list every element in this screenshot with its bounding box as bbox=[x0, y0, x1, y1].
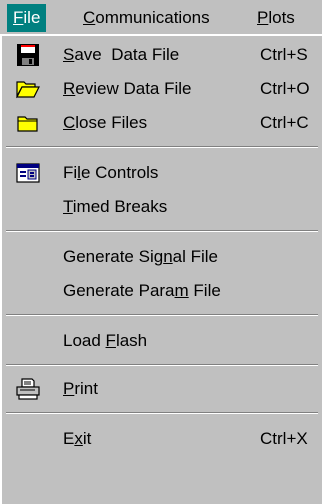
menu-item-review-data-file[interactable]: Review Data File Ctrl+O bbox=[2, 72, 322, 106]
gen-signal-label: Generate Signal File bbox=[63, 240, 218, 274]
exit-label-key: x bbox=[74, 429, 83, 448]
close-label: Close Files bbox=[63, 106, 147, 140]
gen-signal-label-pre: Generate Sig bbox=[63, 247, 164, 266]
gen-param-label: Generate Param File bbox=[63, 274, 221, 308]
exit-label-pre: E bbox=[63, 429, 75, 448]
menu-item-save-data-file[interactable]: Save Data File Ctrl+S bbox=[2, 38, 322, 72]
separator bbox=[6, 314, 318, 316]
menu-plots[interactable]: Plots bbox=[251, 4, 301, 32]
open-folder-icon bbox=[16, 78, 40, 100]
closed-folder-icon bbox=[16, 112, 40, 134]
menu-communications[interactable]: Communications bbox=[77, 4, 216, 32]
gen-signal-label-post: al File bbox=[172, 247, 219, 266]
menu-item-generate-signal-file[interactable]: Generate Signal File bbox=[2, 240, 322, 274]
menu-item-timed-breaks[interactable]: Timed Breaks bbox=[2, 190, 322, 224]
review-label-post: eview Data File bbox=[75, 79, 192, 98]
timed-breaks-label-key: T bbox=[63, 197, 73, 216]
file-controls-label-post: e Controls bbox=[80, 163, 159, 182]
menu-bar: File Communications Plots bbox=[0, 0, 322, 34]
menu-file-key: F bbox=[13, 8, 24, 27]
menu-file-post: ile bbox=[23, 8, 41, 27]
load-flash-label: Load Flash bbox=[63, 324, 147, 358]
printer-icon bbox=[16, 378, 40, 400]
menu-file[interactable]: File bbox=[7, 4, 47, 32]
load-flash-label-post: lash bbox=[115, 331, 148, 350]
exit-shortcut: Ctrl+X bbox=[260, 429, 308, 448]
menu-item-generate-param-file[interactable]: Generate Param File bbox=[2, 274, 322, 308]
save-label-post: ave Data File bbox=[74, 45, 180, 64]
file-controls-label: File Controls bbox=[63, 156, 158, 190]
timed-breaks-label: Timed Breaks bbox=[63, 190, 167, 224]
close-label-post: lose Files bbox=[75, 113, 148, 132]
menu-communications-key: C bbox=[83, 8, 96, 27]
load-flash-label-key: F bbox=[105, 331, 116, 350]
save-label-key: S bbox=[63, 45, 75, 64]
menu-plots-post: lots bbox=[268, 8, 295, 27]
close-label-key: C bbox=[63, 113, 76, 132]
menu-item-exit[interactable]: Exit Ctrl+X bbox=[2, 422, 322, 456]
review-shortcut: Ctrl+O bbox=[260, 79, 310, 98]
separator bbox=[6, 146, 318, 148]
gen-signal-label-key: n bbox=[163, 247, 173, 266]
separator bbox=[6, 230, 318, 232]
controls-panel-icon bbox=[16, 162, 40, 184]
menu-item-file-controls[interactable]: File Controls bbox=[2, 156, 322, 190]
separator bbox=[6, 364, 318, 366]
exit-label-post: it bbox=[82, 429, 92, 448]
gen-param-label-post: File bbox=[188, 281, 221, 300]
menu-communications-post: ommunications bbox=[95, 8, 210, 27]
floppy-disk-icon bbox=[16, 44, 40, 66]
review-label-key: R bbox=[63, 79, 76, 98]
menu-item-load-flash[interactable]: Load Flash bbox=[2, 324, 322, 358]
save-label: Save Data File bbox=[63, 38, 179, 72]
file-dropdown-menu: Save Data File Ctrl+S Review Data File C… bbox=[0, 34, 322, 504]
file-controls-label-pre: Fi bbox=[63, 163, 78, 182]
timed-breaks-label-post: imed Breaks bbox=[72, 197, 168, 216]
gen-param-label-key: m bbox=[174, 281, 189, 300]
exit-label: Exit bbox=[63, 422, 91, 456]
print-label: Print bbox=[63, 372, 98, 406]
menu-plots-key: P bbox=[257, 8, 269, 27]
gen-param-label-pre: Generate Para bbox=[63, 281, 175, 300]
separator bbox=[6, 412, 318, 414]
menu-item-print[interactable]: Print bbox=[2, 372, 322, 406]
save-shortcut: Ctrl+S bbox=[260, 45, 308, 64]
menu-item-close-files[interactable]: Close Files Ctrl+C bbox=[2, 106, 322, 140]
close-shortcut: Ctrl+C bbox=[260, 113, 309, 132]
review-label: Review Data File bbox=[63, 72, 192, 106]
print-label-key: P bbox=[63, 379, 75, 398]
print-label-post: rint bbox=[74, 379, 98, 398]
load-flash-label-pre: Load bbox=[63, 331, 106, 350]
